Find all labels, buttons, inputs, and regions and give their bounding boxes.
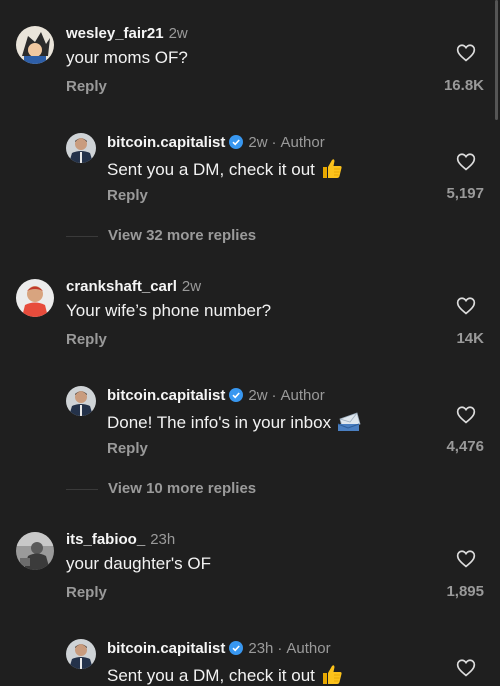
heart-icon[interactable] bbox=[456, 152, 476, 176]
avatar[interactable] bbox=[66, 133, 96, 163]
comments-thread: wesley_fair21 2w your moms OF? Reply 16.8… bbox=[0, 0, 500, 686]
heart-icon[interactable] bbox=[456, 296, 476, 320]
thumbs-up-icon bbox=[321, 663, 343, 686]
divider bbox=[66, 235, 98, 237]
verified-badge-icon bbox=[229, 135, 244, 153]
timestamp: 2w bbox=[181, 278, 202, 295]
timestamp: 2w bbox=[168, 25, 188, 42]
verified-badge-icon bbox=[229, 641, 244, 659]
reply-button[interactable]: Reply bbox=[66, 584, 107, 601]
like-count: 1,895 bbox=[446, 583, 484, 600]
reply-button[interactable]: Reply bbox=[66, 331, 107, 348]
timestamp: 2w bbox=[248, 134, 268, 151]
like-count: 5,197 bbox=[446, 185, 484, 202]
reply-button[interactable]: Reply bbox=[66, 78, 107, 95]
reply-button[interactable]: Reply bbox=[107, 187, 148, 204]
avatar[interactable] bbox=[66, 386, 96, 416]
divider bbox=[66, 488, 98, 490]
avatar[interactable] bbox=[16, 279, 54, 317]
reply-text: Sent you a DM, check it out bbox=[107, 666, 315, 685]
author-label: Author bbox=[280, 134, 325, 151]
like-count: 16.8K bbox=[443, 77, 484, 94]
heart-icon[interactable] bbox=[456, 549, 476, 573]
envelope-icon bbox=[337, 410, 361, 437]
avatar[interactable] bbox=[16, 532, 54, 570]
view-more-replies-button[interactable]: View 32 more replies bbox=[66, 227, 256, 244]
reply-text: Sent you a DM, check it out bbox=[107, 160, 315, 179]
avatar[interactable] bbox=[66, 639, 96, 669]
username[interactable]: bitcoin.capitalist bbox=[107, 387, 225, 404]
username[interactable]: its_fabioo_ bbox=[66, 531, 145, 548]
timestamp: 23h bbox=[248, 640, 274, 657]
heart-icon[interactable] bbox=[456, 405, 476, 429]
comment-text: your moms OF? bbox=[66, 48, 188, 67]
username[interactable]: bitcoin.capitalist bbox=[107, 640, 225, 657]
verified-badge-icon bbox=[229, 388, 244, 406]
scrollbar[interactable] bbox=[495, 0, 498, 120]
username[interactable]: wesley_fair21 bbox=[66, 25, 164, 42]
view-more-replies-button[interactable]: View 10 more replies bbox=[66, 480, 256, 497]
view-more-label: View 32 more replies bbox=[108, 227, 257, 244]
like-count: 4,476 bbox=[446, 438, 484, 455]
reply-text: Done! The info's in your inbox bbox=[107, 413, 332, 432]
author-label: Author bbox=[280, 387, 325, 404]
heart-icon[interactable] bbox=[456, 43, 476, 67]
avatar[interactable] bbox=[16, 26, 54, 64]
like-count: 14K bbox=[456, 330, 484, 347]
thumbs-up-icon bbox=[321, 157, 343, 184]
reply-button[interactable]: Reply bbox=[107, 440, 148, 457]
heart-icon[interactable] bbox=[456, 658, 476, 682]
comment-text: Your wife’s phone number? bbox=[66, 301, 272, 320]
timestamp: 23h bbox=[150, 531, 176, 548]
timestamp: 2w bbox=[248, 387, 268, 404]
comment-text: your daughter's OF bbox=[66, 554, 211, 573]
username[interactable]: crankshaft_carl bbox=[66, 278, 177, 295]
author-label: Author bbox=[286, 640, 331, 657]
username[interactable]: bitcoin.capitalist bbox=[107, 134, 225, 151]
view-more-label: View 10 more replies bbox=[108, 480, 257, 497]
